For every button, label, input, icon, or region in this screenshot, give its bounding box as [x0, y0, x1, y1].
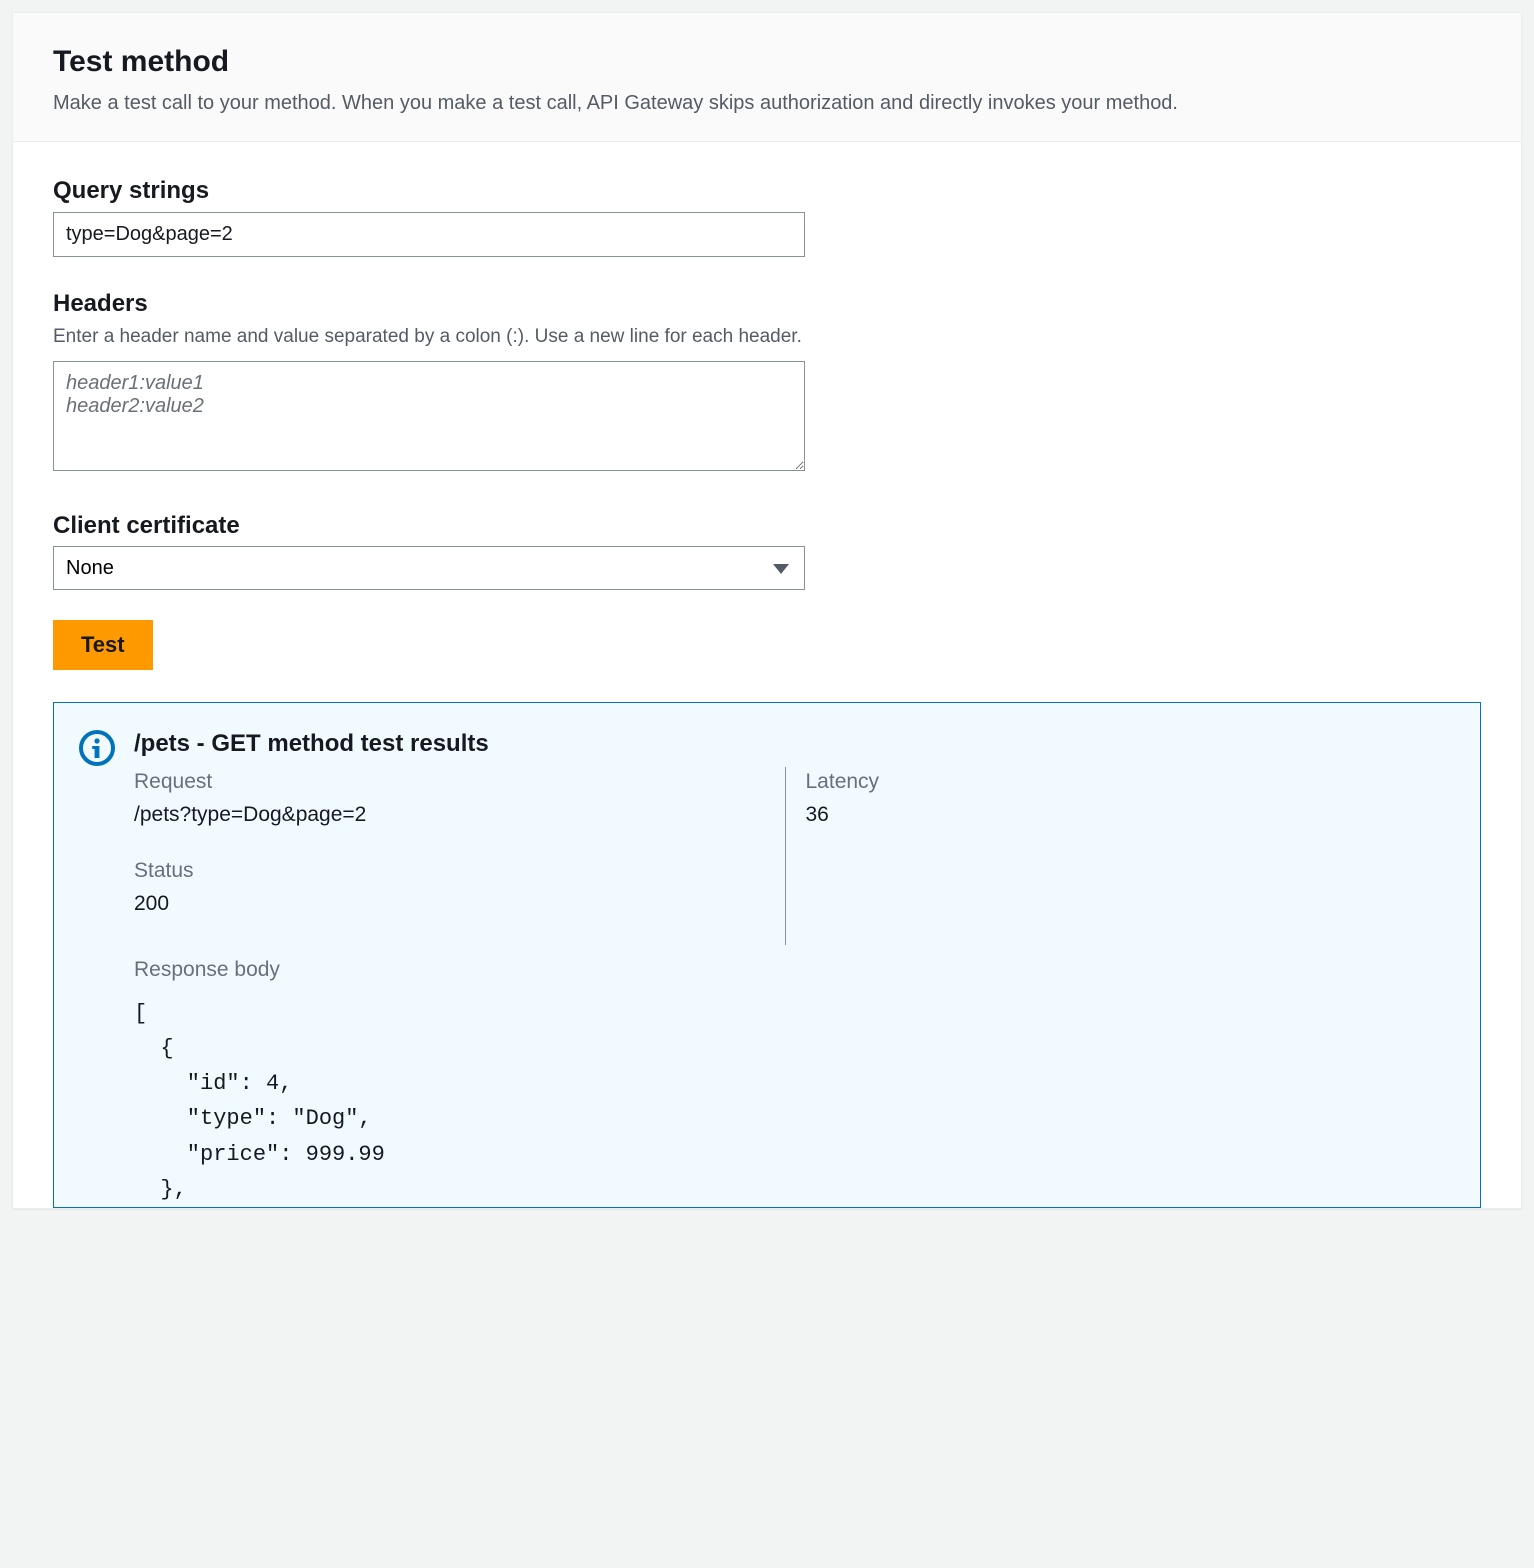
response-body-label: Response body	[134, 955, 1456, 984]
client-certificate-select[interactable]: None	[53, 546, 805, 590]
results-content: /pets - GET method test results Request …	[134, 727, 1456, 1207]
page-description: Make a test call to your method. When yo…	[53, 89, 1481, 117]
info-icon	[78, 729, 116, 767]
response-body-content: [ { "id": 4, "type": "Dog", "price": 999…	[134, 996, 1456, 1207]
status-label: Status	[134, 856, 765, 885]
results-title: /pets - GET method test results	[134, 727, 1456, 761]
test-button-group: Test	[53, 620, 1481, 670]
test-method-card: Test method Make a test call to your met…	[12, 12, 1522, 1209]
results-columns: Request /pets?type=Dog&page=2 Status 200…	[134, 767, 1456, 945]
headers-hint: Enter a header name and value separated …	[53, 324, 1481, 351]
latency-value: 36	[806, 800, 1437, 829]
test-button[interactable]: Test	[53, 620, 153, 670]
results-col-left: Request /pets?type=Dog&page=2 Status 200	[134, 767, 785, 945]
client-certificate-select-wrap: None	[53, 546, 805, 590]
query-strings-label: Query strings	[53, 174, 1481, 208]
client-certificate-label: Client certificate	[53, 509, 1481, 543]
headers-group: Headers Enter a header name and value se…	[53, 287, 1481, 479]
status-value: 200	[134, 889, 765, 918]
page-title: Test method	[53, 41, 1481, 83]
card-body: Query strings Headers Enter a header nam…	[13, 142, 1521, 1208]
results-col-right: Latency 36	[785, 767, 1457, 945]
test-results-panel: /pets - GET method test results Request …	[53, 702, 1481, 1208]
client-certificate-group: Client certificate None	[53, 509, 1481, 591]
request-value: /pets?type=Dog&page=2	[134, 800, 765, 829]
query-strings-input[interactable]	[53, 212, 805, 257]
query-strings-group: Query strings	[53, 174, 1481, 257]
latency-label: Latency	[806, 767, 1437, 796]
card-header: Test method Make a test call to your met…	[13, 13, 1521, 142]
headers-label: Headers	[53, 287, 1481, 321]
request-label: Request	[134, 767, 765, 796]
headers-textarea[interactable]	[53, 361, 805, 471]
